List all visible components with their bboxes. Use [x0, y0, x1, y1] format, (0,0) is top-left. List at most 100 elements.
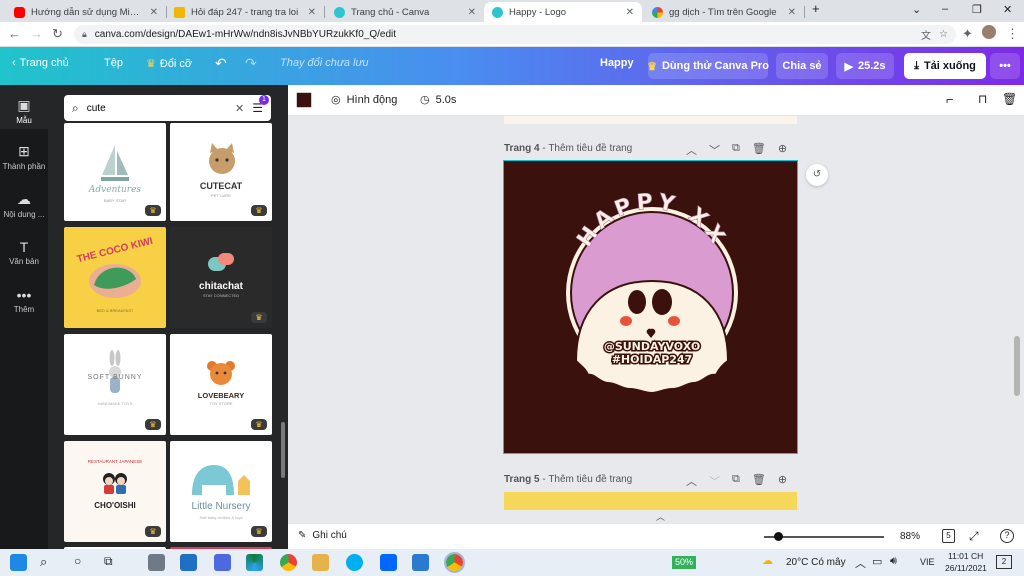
search-icon[interactable]: ⌕	[40, 554, 47, 570]
close-icon[interactable]: ✕	[308, 7, 316, 18]
weather-text[interactable]: 20°C Có mây	[786, 557, 846, 568]
page-title-input[interactable]: Thêm tiêu đề trang	[548, 474, 632, 485]
timing-button[interactable]: ◷ 5.0s	[420, 93, 456, 107]
template-card[interactable]: chitachat STAY CONNECTED ♛	[170, 227, 272, 328]
filter-icon[interactable]: ☰ 1	[252, 95, 269, 115]
clock-date[interactable]: 26/11/2021	[945, 563, 987, 573]
rail-item-more[interactable]: ••• Thêm	[0, 287, 48, 314]
notification-button[interactable]: 2	[996, 555, 1012, 569]
redo-icon[interactable]: ↷	[245, 55, 257, 72]
windows-start-icon[interactable]	[10, 554, 27, 571]
template-card[interactable]: RESTAURANT JAPANESE CHO'OISHI ♛	[64, 441, 166, 542]
browser-menu-icon[interactable]: ⋮	[1006, 26, 1019, 42]
more-options-button[interactable]: •••	[990, 53, 1020, 79]
resize-button[interactable]: ♛ Đổi cỡ	[146, 57, 192, 71]
zoom-slider[interactable]	[764, 532, 884, 541]
rail-item-text[interactable]: T Văn bản	[0, 239, 48, 266]
fullscreen-icon[interactable]: ⤢	[969, 529, 979, 544]
page-3-bottom[interactable]	[504, 116, 797, 124]
reload-icon[interactable]: ↻	[52, 26, 63, 42]
browser-tab-active[interactable]: Happy - Logo ✕	[484, 2, 642, 22]
forward-icon[interactable]: →	[30, 26, 43, 41]
profile-avatar[interactable]	[982, 25, 996, 39]
chrome-active-icon[interactable]	[444, 552, 465, 573]
design-title[interactable]: Happy	[600, 57, 634, 69]
extensions-icon[interactable]: ✦	[962, 26, 973, 42]
network-icon[interactable]: ▭	[872, 555, 882, 568]
trash-icon[interactable]: 🗑︎	[1002, 92, 1017, 106]
color-swatch[interactable]	[296, 92, 312, 108]
mail-icon[interactable]	[180, 554, 197, 571]
add-page-icon[interactable]: ⊕	[778, 473, 787, 489]
template-card[interactable]: Little Nursery Soft baby clothes & toys …	[170, 441, 272, 542]
template-card[interactable]: LOVEBEARY TOY STORE ♛	[170, 334, 272, 435]
file-menu-button[interactable]: Tệp	[104, 57, 123, 69]
close-icon[interactable]: ✕	[150, 7, 158, 18]
back-icon[interactable]: ←	[8, 26, 21, 41]
page-count[interactable]: 5	[942, 529, 955, 543]
page-title-input[interactable]: Thêm tiêu đề trang	[548, 143, 632, 154]
canvas-scrollbar[interactable]	[1014, 336, 1020, 396]
close-icon[interactable]: ✕	[788, 7, 796, 18]
zoom-app-icon[interactable]	[214, 554, 231, 571]
template-card[interactable]: CUTECAT PET CARE ♛	[170, 123, 272, 221]
undo-icon[interactable]: ↶	[215, 55, 227, 72]
skype-icon[interactable]	[346, 554, 363, 571]
zoom-level[interactable]: 88%	[900, 531, 920, 542]
close-icon[interactable]: ✕	[626, 7, 634, 18]
clear-icon[interactable]: ✕	[235, 102, 244, 115]
calculator-icon[interactable]	[148, 554, 165, 571]
edge-icon[interactable]	[246, 554, 263, 571]
photos-icon[interactable]	[412, 554, 429, 571]
browser-tab[interactable]: Hỏi đáp 247 - trang tra loi ✕	[166, 2, 324, 22]
help-button[interactable]: ?	[1000, 529, 1014, 543]
page-5-canvas[interactable]	[504, 492, 797, 510]
minimize-button[interactable]: –	[942, 3, 948, 15]
chevron-down-icon[interactable]: ﹀	[709, 473, 720, 489]
language-indicator[interactable]: VIE	[920, 557, 935, 567]
chrome-icon[interactable]	[280, 554, 297, 571]
hscroll-track[interactable]: ︿	[288, 510, 1024, 523]
template-card[interactable]: THE COCO KIWI BED & BREAKFAST	[64, 227, 166, 328]
zalo-icon[interactable]	[380, 554, 397, 571]
duplicate-icon[interactable]: ⧉	[732, 142, 740, 158]
rail-item-elements[interactable]: ⊞ Thành phần	[0, 143, 48, 171]
lock-icon[interactable]: ⊓	[978, 92, 987, 106]
search-bar[interactable]: ⌕ ✕ ☰1	[64, 95, 271, 121]
chevron-up-icon[interactable]: ︿	[686, 473, 697, 489]
template-card[interactable]: Adventures BABY STAR ♛	[64, 123, 166, 221]
add-comment-button[interactable]: ↺	[806, 164, 828, 186]
page-4-canvas[interactable]: HAPPY XX @SUNDAYVOXO #HOIDAP247	[503, 160, 798, 454]
translate-icon[interactable]: 文	[921, 27, 931, 42]
chevron-up-icon[interactable]: ︿	[656, 510, 665, 523]
browser-tab[interactable]: Hướng dẫn sử dụng Microsoft Te ✕	[6, 2, 166, 22]
duplicate-icon[interactable]: ⧉	[732, 473, 740, 489]
chevron-up-icon[interactable]: ︿	[686, 142, 697, 158]
chevron-up-icon[interactable]: ︿	[855, 555, 866, 571]
rail-item-uploads[interactable]: ☁ Nội dung ...	[0, 191, 48, 219]
trash-icon[interactable]: 🗑︎	[752, 142, 766, 158]
paint-format-icon[interactable]: ⌐	[946, 92, 954, 107]
add-page-icon[interactable]: ⊕	[778, 142, 787, 158]
animate-button[interactable]: ◎ Hình động	[331, 93, 397, 107]
task-view-icon[interactable]: ⧉	[104, 554, 113, 569]
url-bar[interactable]: 🔒︎ canva.com/design/DAEw1-mHrWw/ndn8isJv…	[74, 25, 956, 44]
paint-icon[interactable]	[312, 554, 329, 571]
star-icon[interactable]: ☆	[939, 29, 948, 40]
maximize-button[interactable]: ❐	[972, 3, 982, 16]
notes-button[interactable]: ✎ Ghi chú	[298, 530, 347, 541]
tab-search-button[interactable]: ⌄	[912, 3, 921, 16]
download-button[interactable]: ⤓ Tải xuống	[904, 53, 986, 79]
template-card[interactable]: SOFT BUNNY HANDMADE TOYS ♛	[64, 334, 166, 435]
trash-icon[interactable]: 🗑︎	[752, 473, 766, 489]
play-button[interactable]: ▶ 25.2s	[836, 53, 894, 79]
clock-time[interactable]: 11:01 CH	[948, 551, 983, 561]
battery-indicator[interactable]: 50%	[672, 556, 697, 569]
try-pro-button[interactable]: ♛ Dùng thử Canva Pro	[647, 53, 769, 79]
browser-tab[interactable]: gg dịch - Tìm trên Google ✕	[644, 2, 804, 22]
panel-scrollbar[interactable]	[281, 422, 285, 478]
close-window-button[interactable]: ✕	[1003, 3, 1012, 16]
cortana-icon[interactable]: ○	[74, 554, 81, 568]
new-tab-button[interactable]: +	[812, 1, 820, 16]
close-icon[interactable]: ✕	[468, 7, 476, 18]
